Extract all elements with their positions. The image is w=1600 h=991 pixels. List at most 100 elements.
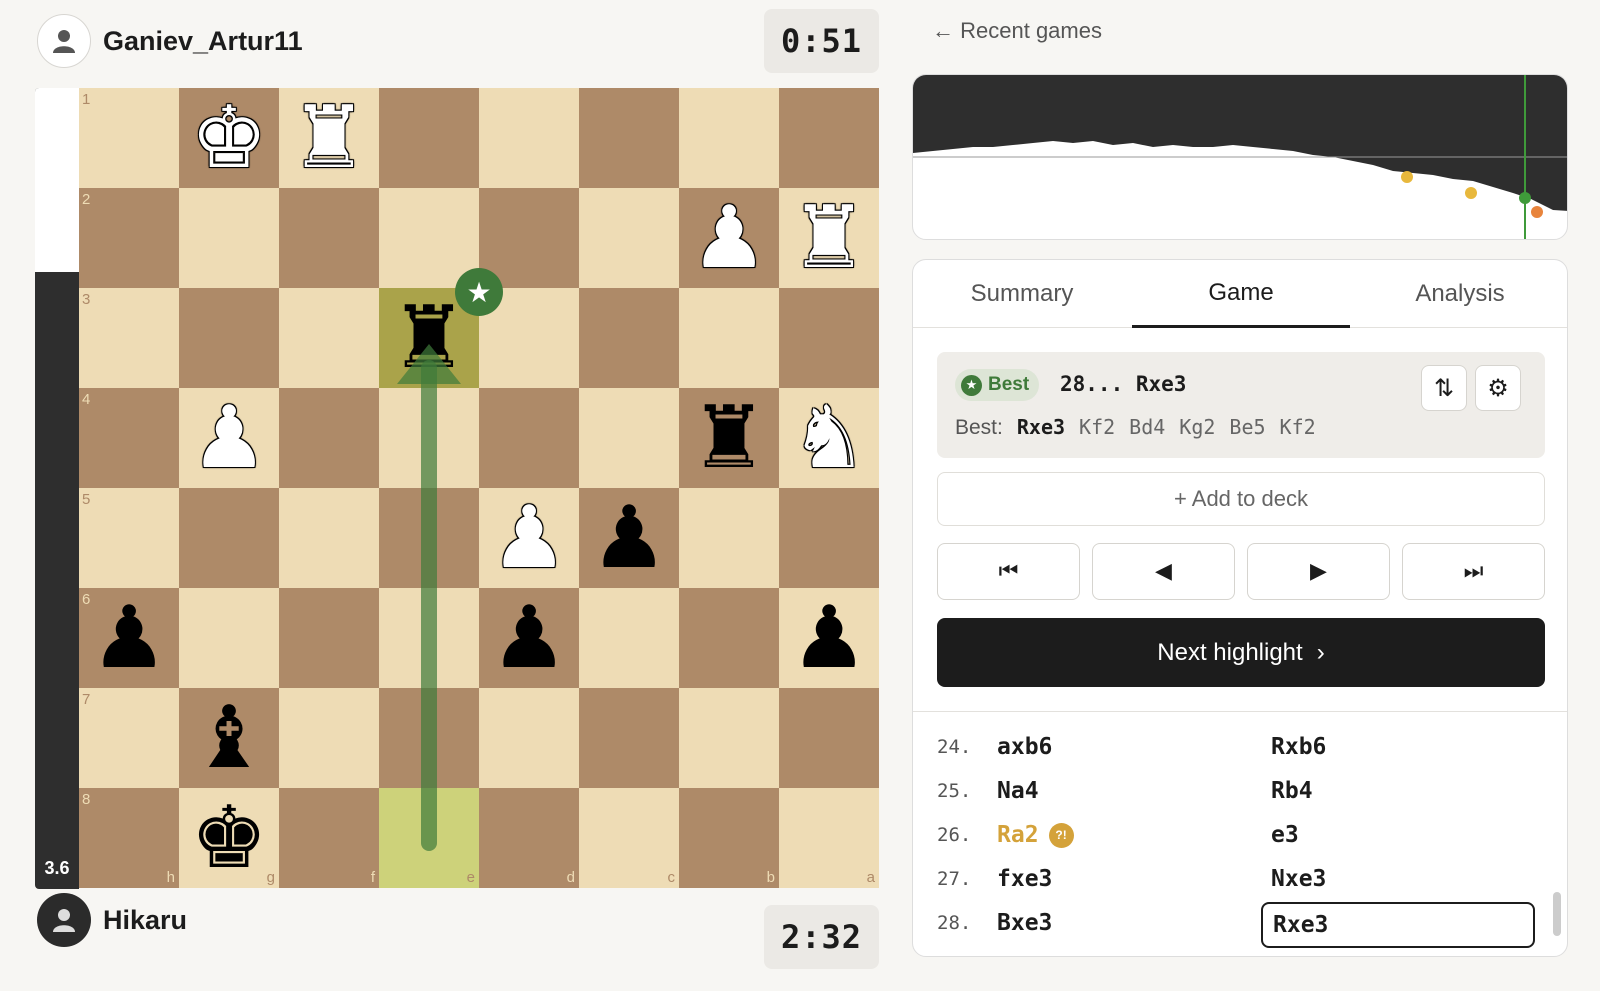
- analysis-card: Summary Game Analysis ★ Best 28... Rxe3 ⇅…: [912, 259, 1568, 957]
- white-move[interactable]: Ra2?!: [997, 822, 1074, 848]
- square-c4[interactable]: [579, 388, 679, 488]
- square-f2[interactable]: [279, 188, 379, 288]
- square-a5[interactable]: [779, 488, 879, 588]
- best-line-move[interactable]: Kg2: [1179, 415, 1215, 439]
- square-e7[interactable]: [379, 688, 479, 788]
- star-icon: ★: [455, 268, 503, 316]
- evaluation-graph[interactable]: [912, 74, 1568, 240]
- white-pawn-d5[interactable]: ♟: [479, 488, 579, 588]
- black-bishop-g7[interactable]: ♝: [179, 688, 279, 788]
- next-highlight-button[interactable]: Next highlight ›: [937, 618, 1545, 687]
- white-rook-a2[interactable]: ♜: [779, 188, 879, 288]
- square-g5[interactable]: [179, 488, 279, 588]
- square-b6[interactable]: [679, 588, 779, 688]
- black-move[interactable]: e3: [1261, 814, 1535, 860]
- black-move[interactable]: Rb4: [1261, 770, 1535, 816]
- last-move-icon: ⏭: [1463, 559, 1484, 584]
- square-f6[interactable]: [279, 588, 379, 688]
- white-move[interactable]: fxe3: [997, 866, 1052, 892]
- chess-board[interactable]: 12345678hgfedcba ♚ ♜ ♟ ♜ ♜ ♟ ♜ ♞ ♟ ♟ ♟ ♟ ♟ ♝ ♚ ★: [79, 88, 880, 889]
- square-d1[interactable]: [479, 88, 579, 188]
- square-d4[interactable]: [479, 388, 579, 488]
- square-f3[interactable]: [279, 288, 379, 388]
- square-h2[interactable]: 2: [79, 188, 179, 288]
- square-c8[interactable]: c: [579, 788, 679, 888]
- square-e1[interactable]: [379, 88, 479, 188]
- settings-button[interactable]: ⚙: [1475, 365, 1521, 411]
- white-move[interactable]: Bxe3: [997, 910, 1052, 936]
- best-line-move[interactable]: Rxe3: [1017, 415, 1065, 439]
- best-line-move[interactable]: Kf2: [1079, 415, 1115, 439]
- square-h3[interactable]: 3: [79, 288, 179, 388]
- black-pawn-a6[interactable]: ♟: [779, 588, 879, 688]
- square-g6[interactable]: [179, 588, 279, 688]
- white-move[interactable]: axb6: [997, 734, 1052, 760]
- black-rook-b4[interactable]: ♜: [679, 388, 779, 488]
- black-king-g8[interactable]: ♚: [179, 788, 279, 888]
- flip-board-button[interactable]: ⇅: [1421, 365, 1467, 411]
- last-move-button[interactable]: ⏭: [1402, 543, 1545, 600]
- square-h5[interactable]: 5: [79, 488, 179, 588]
- black-move[interactable]: Rxb6: [1261, 726, 1535, 772]
- square-e6[interactable]: [379, 588, 479, 688]
- square-d8[interactable]: d: [479, 788, 579, 888]
- back-to-recent-games[interactable]: ← Recent games: [932, 18, 1102, 44]
- white-move[interactable]: Na4: [997, 778, 1039, 804]
- square-e5[interactable]: [379, 488, 479, 588]
- next-move-button[interactable]: ▶: [1247, 543, 1390, 600]
- black-pawn-h6[interactable]: ♟: [79, 588, 179, 688]
- square-c2[interactable]: [579, 188, 679, 288]
- black-move[interactable]: Rxe3: [1261, 902, 1535, 948]
- square-b7[interactable]: [679, 688, 779, 788]
- square-f4[interactable]: [279, 388, 379, 488]
- black-pawn-c5[interactable]: ♟: [579, 488, 679, 588]
- square-c7[interactable]: [579, 688, 679, 788]
- graph-marker-current: [1519, 192, 1531, 204]
- square-b3[interactable]: [679, 288, 779, 388]
- add-to-deck-button[interactable]: + Add to deck: [937, 472, 1545, 526]
- square-a1[interactable]: [779, 88, 879, 188]
- black-move[interactable]: Nxe3: [1261, 858, 1535, 904]
- square-h1[interactable]: 1: [79, 88, 179, 188]
- square-c3[interactable]: [579, 288, 679, 388]
- square-f5[interactable]: [279, 488, 379, 588]
- square-f7[interactable]: [279, 688, 379, 788]
- best-line-move[interactable]: Bd4: [1129, 415, 1165, 439]
- best-line-move[interactable]: Be5: [1229, 415, 1265, 439]
- tab-summary[interactable]: Summary: [913, 260, 1131, 328]
- square-b1[interactable]: [679, 88, 779, 188]
- square-a8[interactable]: a: [779, 788, 879, 888]
- tab-game[interactable]: Game: [1132, 260, 1350, 328]
- file-label: h: [166, 869, 175, 886]
- square-h4[interactable]: 4: [79, 388, 179, 488]
- square-c6[interactable]: [579, 588, 679, 688]
- square-b5[interactable]: [679, 488, 779, 588]
- square-f8[interactable]: f: [279, 788, 379, 888]
- best-badge: ★ Best: [955, 369, 1040, 401]
- white-king-g1[interactable]: ♚: [179, 88, 279, 188]
- rank-label: 5: [82, 491, 91, 508]
- square-b8[interactable]: b: [679, 788, 779, 888]
- square-e8[interactable]: e: [379, 788, 479, 888]
- square-h7[interactable]: 7: [79, 688, 179, 788]
- square-g3[interactable]: [179, 288, 279, 388]
- square-e4[interactable]: [379, 388, 479, 488]
- square-h8[interactable]: 8h: [79, 788, 179, 888]
- first-move-button[interactable]: ⏮: [937, 543, 1080, 600]
- white-pawn-g4[interactable]: ♟: [179, 388, 279, 488]
- top-player-clock: 0:51: [764, 9, 879, 73]
- square-d7[interactable]: [479, 688, 579, 788]
- black-pawn-d6[interactable]: ♟: [479, 588, 579, 688]
- previous-move-button[interactable]: ◀: [1092, 543, 1235, 600]
- white-pawn-b2[interactable]: ♟: [679, 188, 779, 288]
- square-c1[interactable]: [579, 88, 679, 188]
- square-a3[interactable]: [779, 288, 879, 388]
- white-knight-a4[interactable]: ♞: [779, 388, 879, 488]
- square-g2[interactable]: [179, 188, 279, 288]
- graph-marker-inaccuracy: [1465, 187, 1477, 199]
- tab-analysis[interactable]: Analysis: [1351, 260, 1567, 328]
- white-rook-f1[interactable]: ♜: [279, 88, 379, 188]
- best-line-move[interactable]: Kf2: [1280, 415, 1316, 439]
- square-a7[interactable]: [779, 688, 879, 788]
- avatar-bottom: [37, 893, 91, 947]
